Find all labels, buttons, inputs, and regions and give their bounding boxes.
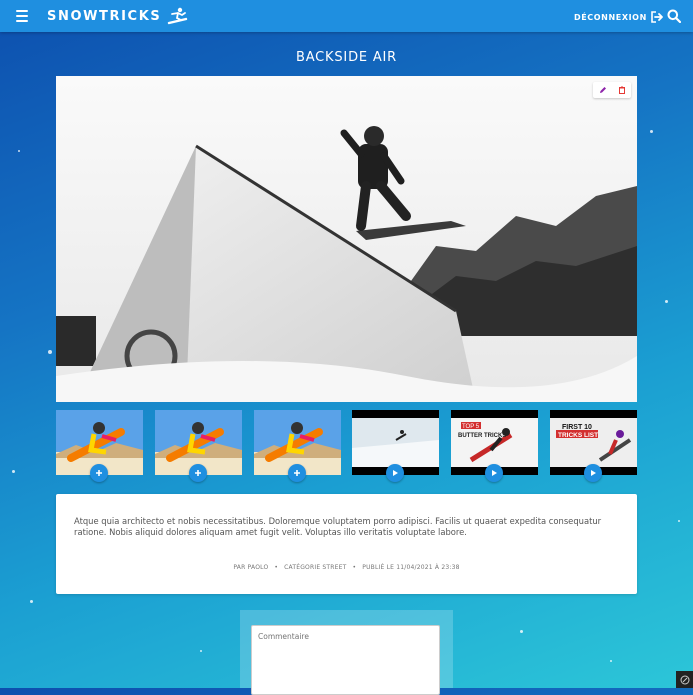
media-thumb-video-3[interactable]: FIRST 10 TRICKS LIST	[550, 410, 637, 482]
trick-category: CATÉGORIE STREET	[284, 564, 347, 571]
meta-separator: •	[274, 564, 279, 571]
play-icon[interactable]	[485, 464, 503, 482]
trick-meta: PAR PAOLO • CATÉGORIE STREET • PUBLIÉ LE 11/…	[56, 564, 637, 571]
media-thumb-video-1[interactable]	[352, 410, 439, 482]
play-icon[interactable]	[584, 464, 602, 482]
hamburger-menu-icon[interactable]	[16, 10, 28, 22]
plus-icon[interactable]	[90, 464, 108, 482]
trick-author: PAR PAOLO	[233, 564, 269, 571]
comment-form	[240, 610, 453, 695]
video-overlay-bottom: BUTTER TRICKS	[458, 433, 506, 439]
video-overlay-top: TOP 5	[462, 424, 480, 430]
search-icon[interactable]	[667, 9, 681, 23]
trick-description: Atque quia architecto et nobis necessita…	[74, 516, 602, 537]
logout-icon	[651, 11, 663, 23]
media-thumb-video-2[interactable]: TOP 5 BUTTER TRICKS	[451, 410, 538, 482]
media-thumb-image-1[interactable]	[56, 410, 143, 482]
comment-input[interactable]	[251, 625, 440, 695]
trick-hero-image	[56, 76, 637, 402]
trick-title: BACKSIDE AIR	[296, 50, 397, 65]
play-icon[interactable]	[386, 464, 404, 482]
top-navbar: SNOWTRICKS DÉCONNEXION	[0, 0, 693, 32]
snowboarder-logo-icon	[168, 7, 188, 25]
media-thumb-image-2[interactable]	[155, 410, 242, 482]
media-thumb-image-3[interactable]	[254, 410, 341, 482]
hero-photo	[56, 76, 637, 402]
brand-logo-link[interactable]: SNOWTRICKS	[47, 7, 188, 25]
plus-icon[interactable]	[189, 464, 207, 482]
debug-toolbar-icon[interactable]	[676, 671, 693, 688]
logout-button[interactable]: DÉCONNEXION	[574, 10, 664, 24]
video-overlay-top: FIRST 10	[562, 424, 592, 431]
hero-actions	[593, 82, 631, 98]
delete-trash-icon[interactable]	[618, 86, 626, 94]
media-gallery: TOP 5 BUTTER TRICKS FIRST 10 TRICKS LIST	[56, 410, 637, 482]
trick-description-card: Atque quia architecto et nobis necessita…	[56, 494, 637, 594]
plus-icon[interactable]	[288, 464, 306, 482]
brand-name: SNOWTRICKS	[47, 8, 162, 24]
meta-separator: •	[352, 564, 357, 571]
logout-label: DÉCONNEXION	[574, 12, 647, 22]
trick-published-date: PUBLIÉ LE 11/04/2021 À 23:38	[362, 564, 460, 571]
edit-pencil-icon[interactable]	[599, 86, 607, 94]
video-overlay-bottom: TRICKS LIST	[558, 432, 598, 439]
